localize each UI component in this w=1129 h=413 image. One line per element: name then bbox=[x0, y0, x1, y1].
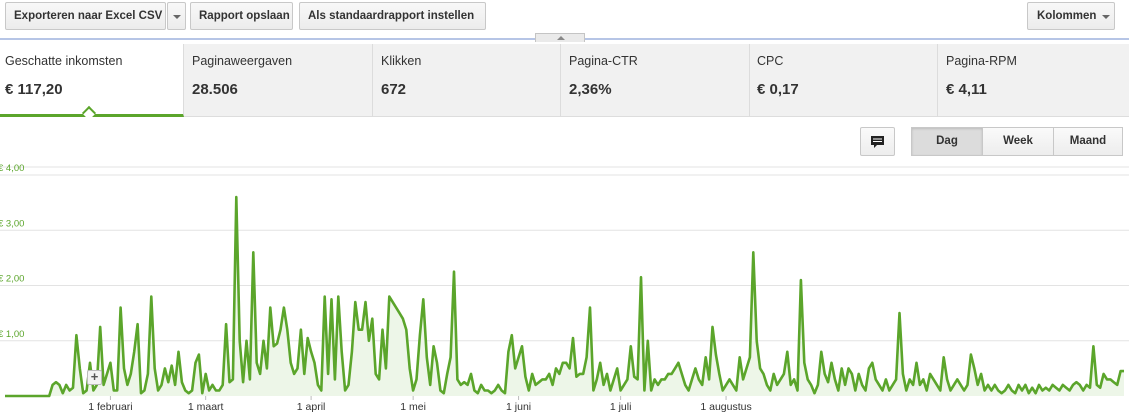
metric-value: € 4,11 bbox=[946, 81, 987, 98]
earnings-chart: € 1,00 € 2,00 € 3,00 € 4,00 1 februari 1 maa… bbox=[0, 160, 1129, 413]
comment-icon bbox=[871, 136, 884, 148]
collapse-handle[interactable] bbox=[535, 33, 585, 42]
export-options-dropdown[interactable] bbox=[167, 2, 186, 30]
save-report-button[interactable]: Rapport opslaan bbox=[190, 2, 293, 30]
chevron-down-icon bbox=[1102, 15, 1110, 19]
metric-value: 28.506 bbox=[192, 81, 238, 98]
metric-label: Pagina-RPM bbox=[946, 54, 1017, 68]
metric-label: CPC bbox=[757, 54, 784, 68]
metric-tab-estimated-earnings[interactable]: Geschatte inkomsten € 117,20 bbox=[0, 44, 184, 117]
metric-tab-page-ctr[interactable]: Pagina-CTR 2,36% bbox=[561, 44, 750, 117]
export-csv-button[interactable]: Exporteren naar Excel CSV bbox=[5, 2, 166, 30]
y-tick-label: € 3,00 bbox=[0, 218, 24, 229]
x-tick-label: 1 februari bbox=[88, 401, 132, 413]
annotations-button[interactable] bbox=[860, 127, 895, 156]
y-tick-label: € 1,00 bbox=[0, 329, 24, 340]
metric-label: Pagina-CTR bbox=[569, 54, 638, 68]
x-tick-label: 1 juli bbox=[610, 401, 632, 413]
chevron-down-icon bbox=[173, 15, 181, 19]
period-day-button[interactable]: Dag bbox=[911, 127, 983, 156]
x-tick-label: 1 maart bbox=[188, 401, 224, 413]
set-default-report-button[interactable]: Als standaardrapport instellen bbox=[299, 2, 486, 30]
x-tick-label: 1 augustus bbox=[700, 401, 751, 413]
metric-tab-page-rpm[interactable]: Pagina-RPM € 4,11 bbox=[938, 44, 1129, 117]
metric-tab-cpc[interactable]: CPC € 0,17 bbox=[750, 44, 938, 117]
columns-button[interactable]: Kolommen bbox=[1027, 2, 1115, 30]
x-tick-label: 1 mei bbox=[400, 401, 426, 413]
metric-value: 2,36% bbox=[569, 81, 612, 98]
metric-tabs: Geschatte inkomsten € 117,20 Paginaweerg… bbox=[0, 44, 1129, 121]
period-week-button[interactable]: Week bbox=[982, 127, 1054, 156]
x-tick-label: 1 april bbox=[297, 401, 326, 413]
plus-icon[interactable]: + bbox=[87, 370, 102, 385]
x-tick-label: 1 juni bbox=[506, 401, 531, 413]
metric-value: 672 bbox=[381, 81, 407, 98]
metric-tab-clicks[interactable]: Klikken 672 bbox=[373, 44, 561, 117]
metric-value: € 0,17 bbox=[757, 81, 799, 98]
metric-value: € 117,20 bbox=[5, 81, 63, 98]
columns-label: Kolommen bbox=[1037, 10, 1097, 22]
metric-label: Paginaweergaven bbox=[192, 54, 293, 68]
y-tick-label: € 4,00 bbox=[0, 163, 24, 174]
period-month-button[interactable]: Maand bbox=[1053, 127, 1123, 156]
metric-label: Geschatte inkomsten bbox=[5, 54, 123, 68]
chevron-up-icon bbox=[557, 36, 565, 40]
metric-label: Klikken bbox=[381, 54, 422, 68]
report-toolbar: Exporteren naar Excel CSV Rapport opslaa… bbox=[0, 0, 1129, 34]
metric-tab-pageviews[interactable]: Paginaweergaven 28.506 bbox=[184, 44, 373, 117]
y-tick-label: € 2,00 bbox=[0, 274, 24, 285]
earnings-chart-svg: € 1,00 € 2,00 € 3,00 € 4,00 1 februari 1 maa… bbox=[0, 163, 1129, 413]
